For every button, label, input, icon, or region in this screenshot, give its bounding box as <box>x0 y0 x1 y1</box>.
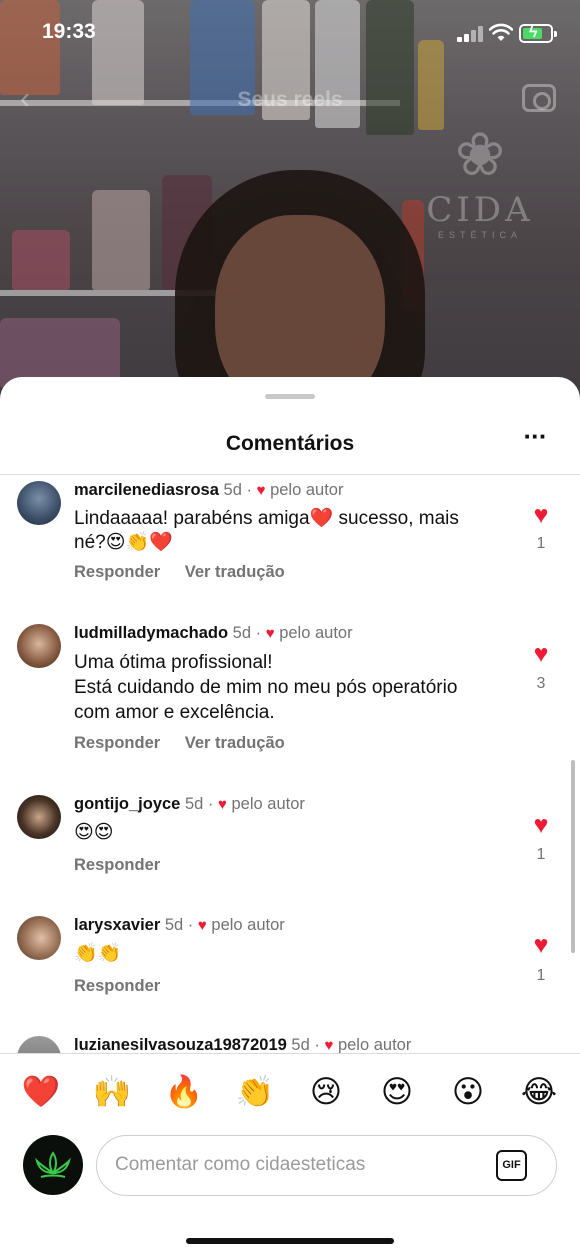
comment-input-container: GIF <box>96 1135 557 1196</box>
lotus-icon: ❀ <box>454 121 506 188</box>
product-box <box>92 190 150 290</box>
sheet-title: Comentários <box>225 432 355 455</box>
reaction-laughing-icon[interactable]: 😂 <box>519 1072 559 1112</box>
battery-icon: ϟ <box>519 24 557 43</box>
cellular-signal-icon <box>457 26 483 42</box>
see-translation-button[interactable]: Ver tradução <box>185 734 285 752</box>
comment-username[interactable]: gontijo_joyce <box>74 795 180 813</box>
see-translation-button[interactable]: Ver tradução <box>185 563 285 581</box>
scrollbar[interactable] <box>571 760 575 953</box>
heart-icon: ♥ <box>265 625 275 642</box>
reply-button[interactable]: Responder <box>74 563 160 581</box>
reaction-clapping-icon[interactable]: 👏 <box>235 1072 275 1112</box>
reaction-heart-eyes-icon[interactable]: 😍 <box>377 1072 417 1112</box>
comment-age: 5d <box>184 795 204 813</box>
like-heart-icon[interactable]: ♥ <box>528 503 554 528</box>
reel-header: ‹ Seus reels <box>0 80 580 124</box>
separator: · <box>207 795 214 813</box>
avatar[interactable] <box>17 481 61 525</box>
avatar[interactable] <box>17 624 61 668</box>
avatar[interactable] <box>17 916 61 960</box>
comment-age: 5d <box>232 624 251 642</box>
divider <box>0 1053 580 1054</box>
comment-age: 5d <box>223 481 242 499</box>
comment-header: gontijo_joyce 5d · ♥ pelo autor <box>74 795 305 814</box>
reaction-fire-icon[interactable]: 🔥 <box>164 1072 204 1112</box>
liked-by-author-label: pelo autor <box>337 1036 412 1053</box>
comment-actions: Responder Ver tradução <box>74 563 305 582</box>
separator: · <box>246 481 252 499</box>
comment-text: 😍😍 <box>74 822 114 843</box>
wifi-icon <box>489 23 513 41</box>
comment-username[interactable]: ludmilladymachado <box>74 624 228 642</box>
camera-icon[interactable] <box>522 84 556 112</box>
comment-header: luzianesilvasouza19872019 5d · ♥ pelo au… <box>74 1036 411 1053</box>
comment-text: Lindaaaaa! parabéns amiga❤️ sucesso, mai… <box>74 508 459 553</box>
separator: · <box>187 916 194 934</box>
home-indicator[interactable] <box>186 1238 394 1244</box>
comment-username[interactable]: luzianesilvasouza19872019 <box>74 1036 287 1053</box>
like-count: 1 <box>536 535 546 552</box>
comments-list[interactable]: marcilenediasrosa 5d · ♥ pelo autor Lind… <box>0 475 580 1053</box>
status-time: 19:33 <box>42 20 96 43</box>
sheet-grabber-handle[interactable] <box>265 394 315 399</box>
like-count: 1 <box>536 967 546 984</box>
quick-reactions-bar: ❤️ 🙌 🔥 👏 😢 😍 😮 😂 <box>0 1072 580 1116</box>
heart-icon: ♥ <box>256 482 266 499</box>
liked-by-author-label: pelo autor <box>231 795 305 813</box>
reaction-crying-icon[interactable]: 😢 <box>306 1072 346 1112</box>
watermark-brand: CIDA <box>426 190 534 230</box>
comment-age: 5d <box>164 916 184 934</box>
heart-icon: ♥ <box>218 796 227 813</box>
like-heart-icon[interactable]: ♥ <box>528 933 554 958</box>
heart-icon: ♥ <box>324 1037 334 1053</box>
like-count: 3 <box>536 675 546 692</box>
like-heart-icon[interactable]: ♥ <box>528 813 554 838</box>
comment-header: larysxavier 5d · ♥ pelo autor <box>74 916 285 935</box>
status-bar: 19:33 ϟ <box>0 0 580 70</box>
reaction-surprised-icon[interactable]: 😮 <box>448 1072 488 1112</box>
separator: · <box>314 1036 320 1053</box>
separator: · <box>255 624 262 642</box>
current-user-avatar <box>23 1135 83 1195</box>
gif-button[interactable]: GIF <box>496 1150 527 1181</box>
heart-icon: ♥ <box>197 917 207 934</box>
comment-actions: Responder <box>74 856 180 875</box>
like-heart-icon[interactable]: ♥ <box>528 642 554 667</box>
comment-username[interactable]: larysxavier <box>74 916 160 934</box>
reaction-raised-hands-icon[interactable]: 🙌 <box>92 1072 132 1112</box>
avatar[interactable] <box>17 795 61 839</box>
comment-header: marcilenediasrosa 5d · ♥ pelo autor <box>74 481 343 500</box>
reaction-heart-icon[interactable]: ❤️ <box>21 1072 61 1112</box>
comment-age: 5d <box>291 1036 310 1053</box>
liked-by-author-label: pelo autor <box>279 624 353 642</box>
charging-bolt-icon: ϟ <box>529 24 538 41</box>
cida-estetica-watermark: ❀ CIDA ESTÉTICA <box>415 120 545 270</box>
product-box <box>12 230 70 290</box>
watermark-subtitle: ESTÉTICA <box>437 230 522 240</box>
comment-actions: Responder Ver tradução <box>74 734 305 753</box>
comment-actions: Responder <box>74 977 180 996</box>
comment-text: Uma ótima profissional! Está cuidando de… <box>74 652 458 723</box>
reply-button[interactable]: Responder <box>74 977 160 995</box>
comments-sheet: Comentários ··· marcilenediasrosa 5d · ♥… <box>0 377 580 1255</box>
more-options-icon[interactable]: ··· <box>520 423 550 455</box>
liked-by-author-label: pelo autor <box>270 481 344 499</box>
reply-button[interactable]: Responder <box>74 734 160 752</box>
comment-input[interactable] <box>115 1150 475 1180</box>
comment-header: ludmilladymachado 5d · ♥ pelo autor <box>74 624 353 643</box>
reply-button[interactable]: Responder <box>74 856 160 874</box>
liked-by-author-label: pelo autor <box>211 916 285 934</box>
like-count: 1 <box>536 846 546 863</box>
avatar[interactable] <box>17 1036 61 1053</box>
lotus-logo-icon <box>35 1151 71 1178</box>
comment-username[interactable]: marcilenediasrosa <box>74 481 219 499</box>
comment-text: 👏👏 <box>74 943 122 964</box>
reel-header-title: Seus reels <box>237 88 343 111</box>
